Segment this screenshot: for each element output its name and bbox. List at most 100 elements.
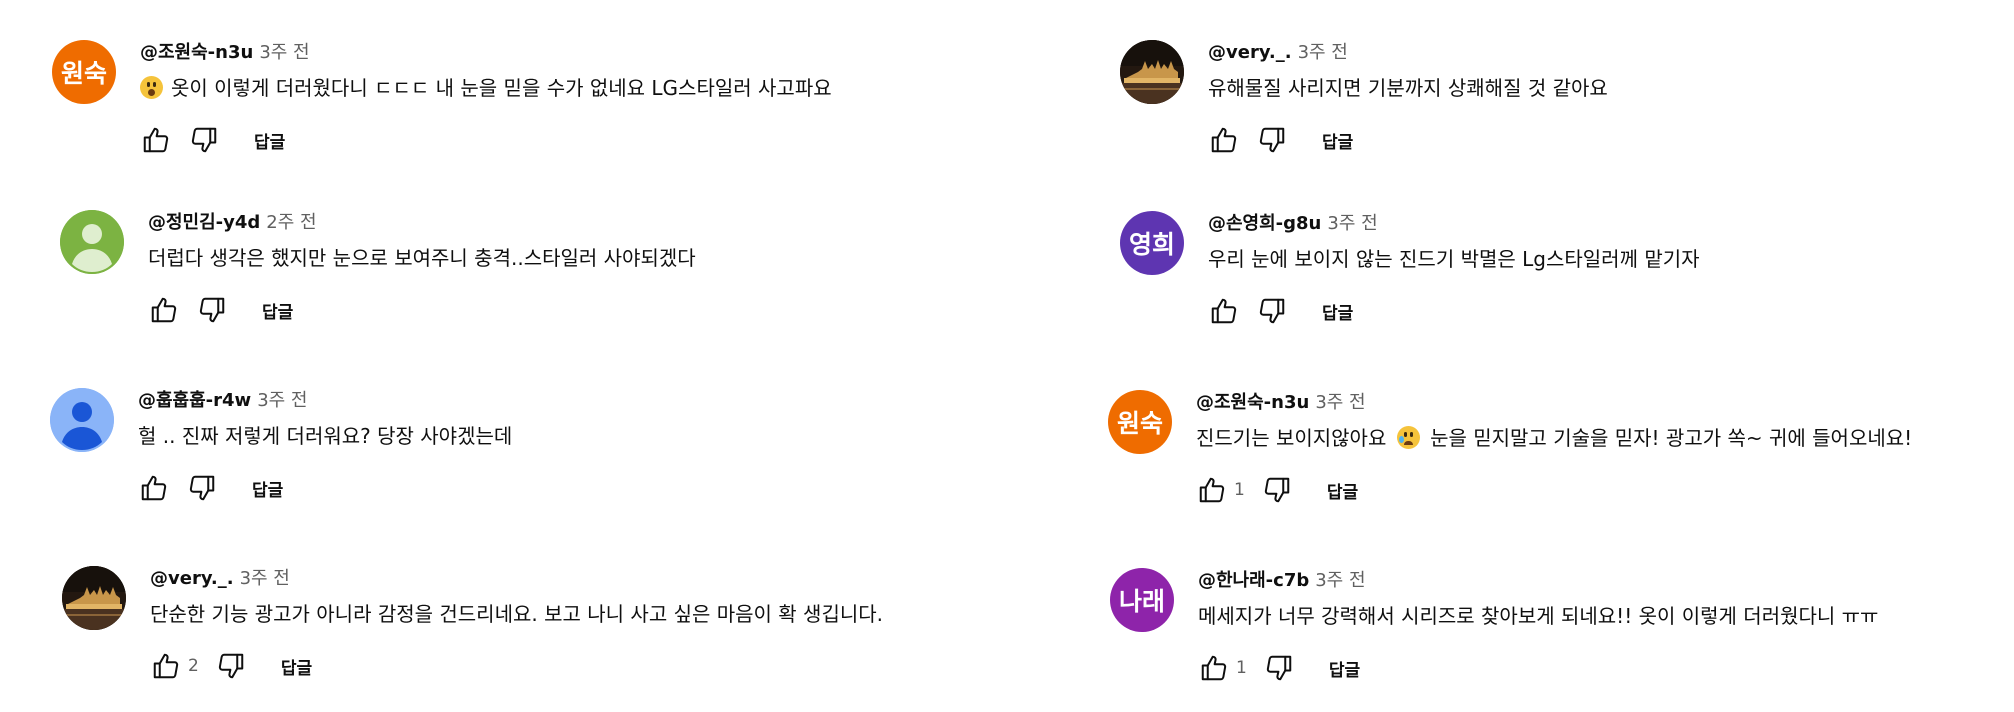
comment-time[interactable]: 3주 전 <box>1327 213 1377 234</box>
comment-meta: @very._. 3주 전 <box>1208 41 1348 65</box>
like-button[interactable] <box>1196 650 1232 686</box>
thumbs-up-icon <box>1211 127 1237 153</box>
thumbs-up-icon <box>153 653 179 679</box>
author-name[interactable]: @한나래-c7b <box>1198 570 1309 591</box>
like-count: 2 <box>188 656 199 676</box>
avatar-initials: 원숙 <box>60 59 107 88</box>
comment-text: 메세지가 너무 강력해서 시리즈로 찾아보게 되네요!! 옷이 이렇게 더러웠다… <box>1198 604 1879 628</box>
dislike-button[interactable] <box>213 648 249 684</box>
comment-actions: 답글 <box>138 122 285 158</box>
comment-body-part: 진드기는 보이지않아요 <box>1196 426 1387 450</box>
comment-actions: 답글 <box>1206 122 1353 158</box>
reply-button[interactable]: 답글 <box>252 476 283 501</box>
comment-actions: 답글 <box>1206 293 1353 329</box>
reply-button[interactable]: 답글 <box>262 298 293 323</box>
avatar[interactable] <box>50 388 114 452</box>
thumbs-up-icon <box>1201 655 1227 681</box>
comment-meta: @조원숙-n3u 3주 전 <box>1196 391 1366 415</box>
author-name[interactable]: @훕훕훕-r4w <box>138 390 251 411</box>
avatar[interactable] <box>62 566 126 630</box>
comment-text: 헐 .. 진짜 저렇게 더러워요? 당장 사야겠는데 <box>138 424 513 448</box>
comment-meta: @손영희-g8u 3주 전 <box>1208 212 1378 236</box>
reply-button[interactable]: 답글 <box>1322 299 1353 324</box>
comment-time[interactable]: 3주 전 <box>1315 392 1365 413</box>
reply-button[interactable]: 답글 <box>1329 656 1360 681</box>
dislike-button[interactable] <box>1259 472 1295 508</box>
thumbs-down-icon <box>199 297 225 323</box>
avatar-initials: 원숙 <box>1116 409 1163 438</box>
thumbs-down-icon <box>189 475 215 501</box>
dislike-button[interactable] <box>186 122 222 158</box>
avatar[interactable] <box>1120 40 1184 104</box>
avatar[interactable]: 영희 <box>1120 211 1184 275</box>
thumbs-down-icon <box>1266 655 1292 681</box>
comment-text: 진드기는 보이지않아요 눈을 믿지말고 기술을 믿자! 광고가 쏙~ 귀에 들어… <box>1196 425 1912 451</box>
comment-meta: @훕훕훕-r4w 3주 전 <box>138 389 307 413</box>
dislike-button[interactable] <box>1254 122 1290 158</box>
crying-face-icon <box>1396 426 1420 449</box>
comment-actions: 답글 <box>146 292 293 328</box>
thumbs-down-icon <box>1264 477 1290 503</box>
surprised-face-icon <box>140 76 163 99</box>
comment-item: @very._. 3주 전 유해물질 사리지면 기분까지 상쾌해질 것 같아요 답… <box>1120 40 2014 170</box>
like-button[interactable] <box>1206 122 1242 158</box>
reply-button[interactable]: 답글 <box>1327 478 1358 503</box>
like-button[interactable] <box>136 470 172 506</box>
like-button[interactable] <box>1194 472 1230 508</box>
avatar[interactable]: 원숙 <box>1108 390 1172 454</box>
comment-actions: 2 답글 <box>148 648 312 684</box>
like-button[interactable] <box>1206 293 1242 329</box>
night-building-photo-icon <box>62 566 126 630</box>
like-button[interactable] <box>146 292 182 328</box>
dislike-button[interactable] <box>1254 293 1290 329</box>
like-button[interactable] <box>148 648 184 684</box>
avatar[interactable] <box>60 210 124 274</box>
avatar[interactable]: 원숙 <box>52 40 116 104</box>
comment-item: @정민김-y4d 2주 전 더럽다 생각은 했지만 눈으로 보여주니 충격..스타… <box>60 210 960 340</box>
thumbs-down-icon <box>191 127 217 153</box>
comment-text: 더럽다 생각은 했지만 눈으로 보여주니 충격..스타일러 사야되겠다 <box>148 246 696 270</box>
reply-button[interactable]: 답글 <box>1322 128 1353 153</box>
comments-grid: 원숙 @조원숙-n3u 3주 전 옷이 이렇게 더러웠다니 ㄷㄷㄷ 내 눈을 믿을… <box>0 0 2014 712</box>
author-name[interactable]: @정민김-y4d <box>148 212 260 233</box>
comment-item: @훕훕훕-r4w 3주 전 헐 .. 진짜 저렇게 더러워요? 당장 사야겠는데 … <box>50 388 950 518</box>
comment-actions: 1 답글 <box>1196 650 1360 686</box>
author-name[interactable]: @손영희-g8u <box>1208 213 1321 234</box>
thumbs-up-icon <box>141 475 167 501</box>
dislike-button[interactable] <box>194 292 230 328</box>
comment-time[interactable]: 3주 전 <box>257 390 307 411</box>
comment-body: 눈을 믿지말고 기술을 믿자! 광고가 쏙~ 귀에 들어오네요! <box>1430 426 1913 450</box>
avatar-initials: 영희 <box>1128 230 1175 259</box>
avatar[interactable]: 나래 <box>1110 568 1174 632</box>
author-name[interactable]: @조원숙-n3u <box>1196 392 1309 413</box>
comment-time[interactable]: 2주 전 <box>266 212 316 233</box>
comment-item: 영희 @손영희-g8u 3주 전 우리 눈에 보이지 않는 진드기 박멸은 Lg스… <box>1120 211 2014 341</box>
default-person-icon <box>60 210 124 274</box>
comment-item: 원숙 @조원숙-n3u 3주 전 옷이 이렇게 더러웠다니 ㄷㄷㄷ 내 눈을 믿을… <box>52 40 952 170</box>
thumbs-down-icon <box>1259 298 1285 324</box>
comment-time[interactable]: 3주 전 <box>1298 42 1348 63</box>
reply-button[interactable]: 답글 <box>281 654 312 679</box>
comment-text: 단순한 기능 광고가 아니라 감정을 건드리네요. 보고 나니 사고 싶은 마음… <box>150 602 884 626</box>
comment-time[interactable]: 3주 전 <box>259 42 309 63</box>
thumbs-down-icon <box>1259 127 1285 153</box>
reply-button[interactable]: 답글 <box>254 128 285 153</box>
comment-text: 옷이 이렇게 더러웠다니 ㄷㄷㄷ 내 눈을 믿을 수가 없네요 LG스타일러 사… <box>140 75 832 101</box>
like-count: 1 <box>1234 480 1245 500</box>
comment-body: 옷이 이렇게 더러웠다니 ㄷㄷㄷ 내 눈을 믿을 수가 없네요 LG스타일러 사… <box>171 76 832 100</box>
dislike-button[interactable] <box>184 470 220 506</box>
author-name[interactable]: @조원숙-n3u <box>140 42 253 63</box>
like-button[interactable] <box>138 122 174 158</box>
author-name[interactable]: @very._. <box>1208 42 1292 63</box>
comment-actions: 답글 <box>136 470 283 506</box>
comment-time[interactable]: 3주 전 <box>1315 570 1365 591</box>
comment-text: 유해물질 사리지면 기분까지 상쾌해질 것 같아요 <box>1208 76 1608 100</box>
comment-meta: @조원숙-n3u 3주 전 <box>140 41 310 65</box>
thumbs-up-icon <box>1199 477 1225 503</box>
comment-item: 원숙 @조원숙-n3u 3주 전 진드기는 보이지않아요 눈을 믿지말고 기술을 … <box>1108 390 2008 520</box>
thumbs-up-icon <box>1211 298 1237 324</box>
default-person-icon <box>50 388 114 452</box>
author-name[interactable]: @very._. <box>150 568 234 589</box>
comment-time[interactable]: 3주 전 <box>240 568 290 589</box>
dislike-button[interactable] <box>1261 650 1297 686</box>
